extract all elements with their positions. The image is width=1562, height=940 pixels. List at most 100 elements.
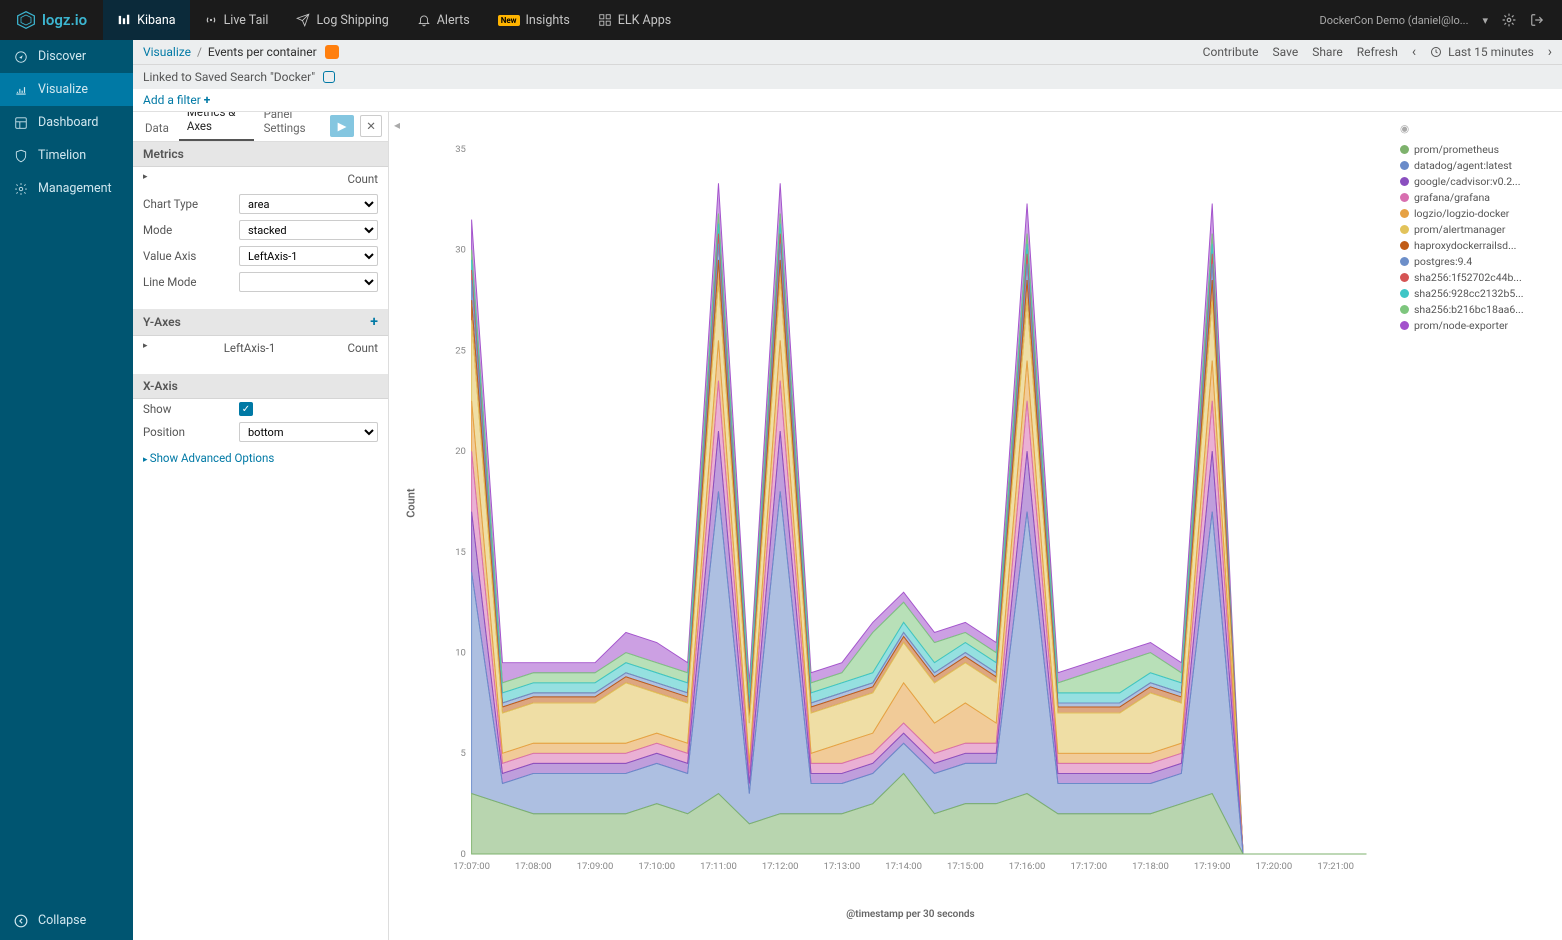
brand-text: logz.io	[42, 11, 87, 29]
mode-label: Mode	[143, 223, 239, 237]
add-filter-button[interactable]: Add a filter +	[143, 93, 210, 107]
topnav-kibana[interactable]: Kibana	[103, 0, 189, 40]
svg-text:17:07:00: 17:07:00	[453, 861, 490, 872]
svg-text:0: 0	[461, 849, 466, 860]
legend-toggle-icon[interactable]: ◉	[1400, 122, 1554, 135]
breadcrumb-bar: Visualize / Events per container Contrib…	[133, 40, 1562, 65]
line-mode-label: Line Mode	[143, 275, 239, 289]
breadcrumb-sep: /	[197, 45, 202, 59]
legend-item[interactable]: google/cadvisor:v0.2...	[1400, 173, 1554, 189]
svg-text:15: 15	[455, 547, 466, 558]
svg-text:17:16:00: 17:16:00	[1009, 861, 1046, 872]
topnav-alerts[interactable]: Alerts	[403, 0, 484, 40]
collapse-icon	[14, 914, 28, 928]
contribute-button[interactable]: Contribute	[1203, 45, 1259, 59]
gear-icon[interactable]	[1502, 13, 1516, 27]
share-button[interactable]: Share	[1312, 45, 1343, 59]
legend-item[interactable]: datadog/agent:latest	[1400, 157, 1554, 173]
xaxis-show-checkbox[interactable]: ✓	[239, 402, 253, 416]
sidenav-management[interactable]: Management	[0, 172, 133, 205]
chart-type-select[interactable]: area	[239, 194, 378, 214]
svg-text:17:10:00: 17:10:00	[638, 861, 675, 872]
topnav-log-shipping[interactable]: Log Shipping	[282, 0, 402, 40]
account-dropdown[interactable]: DockerCon Demo (daniel@lo...	[1320, 14, 1469, 27]
legend-item[interactable]: haproxydockerrailsd...	[1400, 237, 1554, 253]
value-axis-select[interactable]: LeftAxis-1	[239, 246, 378, 266]
side-nav: DiscoverVisualizeDashboardTimelionManage…	[0, 40, 133, 940]
metric-count-row[interactable]: Count	[133, 167, 388, 191]
editor-panel: Data Metrics & Axes Panel Settings ▶ ✕ M…	[133, 112, 389, 940]
top-nav: KibanaLive TailLog ShippingAlertsNewInsi…	[103, 0, 685, 40]
line-mode-select[interactable]	[239, 272, 378, 292]
tab-metrics-axes[interactable]: Metrics & Axes	[179, 112, 254, 141]
svg-text:25: 25	[455, 345, 466, 356]
unlink-icon[interactable]	[323, 71, 335, 83]
topnav-live-tail[interactable]: Live Tail	[190, 0, 283, 40]
advanced-options-toggle[interactable]: Show Advanced Options	[133, 445, 388, 471]
caret-down-icon[interactable]: ▾	[1482, 14, 1488, 27]
mode-select[interactable]: stacked	[239, 220, 378, 240]
topnav-elk-apps[interactable]: ELK Apps	[584, 0, 685, 40]
legend-item[interactable]: sha256:928cc2132b5...	[1400, 285, 1554, 301]
xaxis-position-select[interactable]: bottom	[239, 422, 378, 442]
svg-text:30: 30	[455, 245, 466, 256]
discard-button[interactable]: ✕	[360, 115, 382, 137]
svg-text:17:08:00: 17:08:00	[515, 861, 552, 872]
topnav-insights[interactable]: NewInsights	[484, 0, 584, 40]
time-prev-button[interactable]: ‹	[1412, 44, 1416, 60]
svg-text:17:15:00: 17:15:00	[947, 861, 984, 872]
svg-text:17:19:00: 17:19:00	[1194, 861, 1231, 872]
tab-panel-settings[interactable]: Panel Settings	[256, 112, 328, 141]
linked-search-text: Linked to Saved Search "Docker"	[143, 70, 315, 84]
collapse-label: Collapse	[38, 913, 86, 928]
refresh-button[interactable]: Refresh	[1357, 45, 1398, 59]
unsaved-icon[interactable]	[325, 45, 339, 59]
chart-container: Count 0510152025303517:07:0017:08:0017:0…	[405, 112, 1392, 940]
sidenav-timelion[interactable]: Timelion	[0, 139, 133, 172]
legend-item[interactable]: prom/alertmanager	[1400, 221, 1554, 237]
legend-item[interactable]: logzio/logzio-docker	[1400, 205, 1554, 221]
legend-item[interactable]: sha256:b216bc18aa6...	[1400, 301, 1554, 317]
save-button[interactable]: Save	[1273, 45, 1299, 59]
time-next-button[interactable]: ›	[1548, 44, 1552, 60]
top-right: DockerCon Demo (daniel@lo... ▾	[1320, 13, 1562, 27]
svg-text:10: 10	[455, 647, 466, 658]
legend-item[interactable]: prom/node-exporter	[1400, 317, 1554, 333]
yaxis-row[interactable]: LeftAxis-1Count	[133, 336, 388, 360]
filter-bar: Add a filter +	[133, 89, 1562, 112]
breadcrumb-root[interactable]: Visualize	[143, 45, 191, 59]
time-picker[interactable]: Last 15 minutes	[1430, 45, 1534, 59]
legend-item[interactable]: grafana/grafana	[1400, 189, 1554, 205]
svg-text:17:09:00: 17:09:00	[577, 861, 614, 872]
add-yaxis-button[interactable]: +	[370, 314, 378, 330]
xaxis-show-label: Show	[143, 402, 239, 416]
logout-icon[interactable]	[1530, 13, 1544, 27]
tab-data[interactable]: Data	[137, 115, 177, 141]
svg-text:17:14:00: 17:14:00	[885, 861, 922, 872]
sidenav-dashboard[interactable]: Dashboard	[0, 106, 133, 139]
panel-collapse-icon[interactable]: ◂	[389, 112, 405, 940]
apply-button[interactable]: ▶	[330, 115, 354, 137]
svg-text:17:13:00: 17:13:00	[824, 861, 861, 872]
value-axis-label: Value Axis	[143, 249, 239, 263]
logo-icon	[16, 10, 36, 30]
svg-text:35: 35	[455, 144, 466, 155]
clock-icon	[1430, 46, 1442, 58]
brand-logo[interactable]: logz.io	[0, 10, 103, 30]
sidenav-visualize[interactable]: Visualize	[0, 73, 133, 106]
xaxis-header: X-Axis	[133, 374, 388, 399]
legend-item[interactable]: sha256:1f52702c44b...	[1400, 269, 1554, 285]
linked-search-bar: Linked to Saved Search "Docker"	[133, 65, 1562, 88]
sidenav-discover[interactable]: Discover	[0, 40, 133, 73]
svg-text:17:21:00: 17:21:00	[1317, 861, 1354, 872]
collapse-button[interactable]: Collapse	[0, 901, 133, 940]
chart-type-label: Chart Type	[143, 197, 239, 211]
svg-text:17:11:00: 17:11:00	[700, 861, 737, 872]
legend-item[interactable]: postgres:9.4	[1400, 253, 1554, 269]
svg-text:17:20:00: 17:20:00	[1256, 861, 1293, 872]
area-chart[interactable]: 0510152025303517:07:0017:08:0017:09:0017…	[445, 122, 1376, 902]
breadcrumb-page: Events per container	[208, 45, 317, 59]
svg-text:17:12:00: 17:12:00	[762, 861, 799, 872]
y-axis-label: Count	[405, 488, 418, 517]
legend-item[interactable]: prom/prometheus	[1400, 141, 1554, 157]
